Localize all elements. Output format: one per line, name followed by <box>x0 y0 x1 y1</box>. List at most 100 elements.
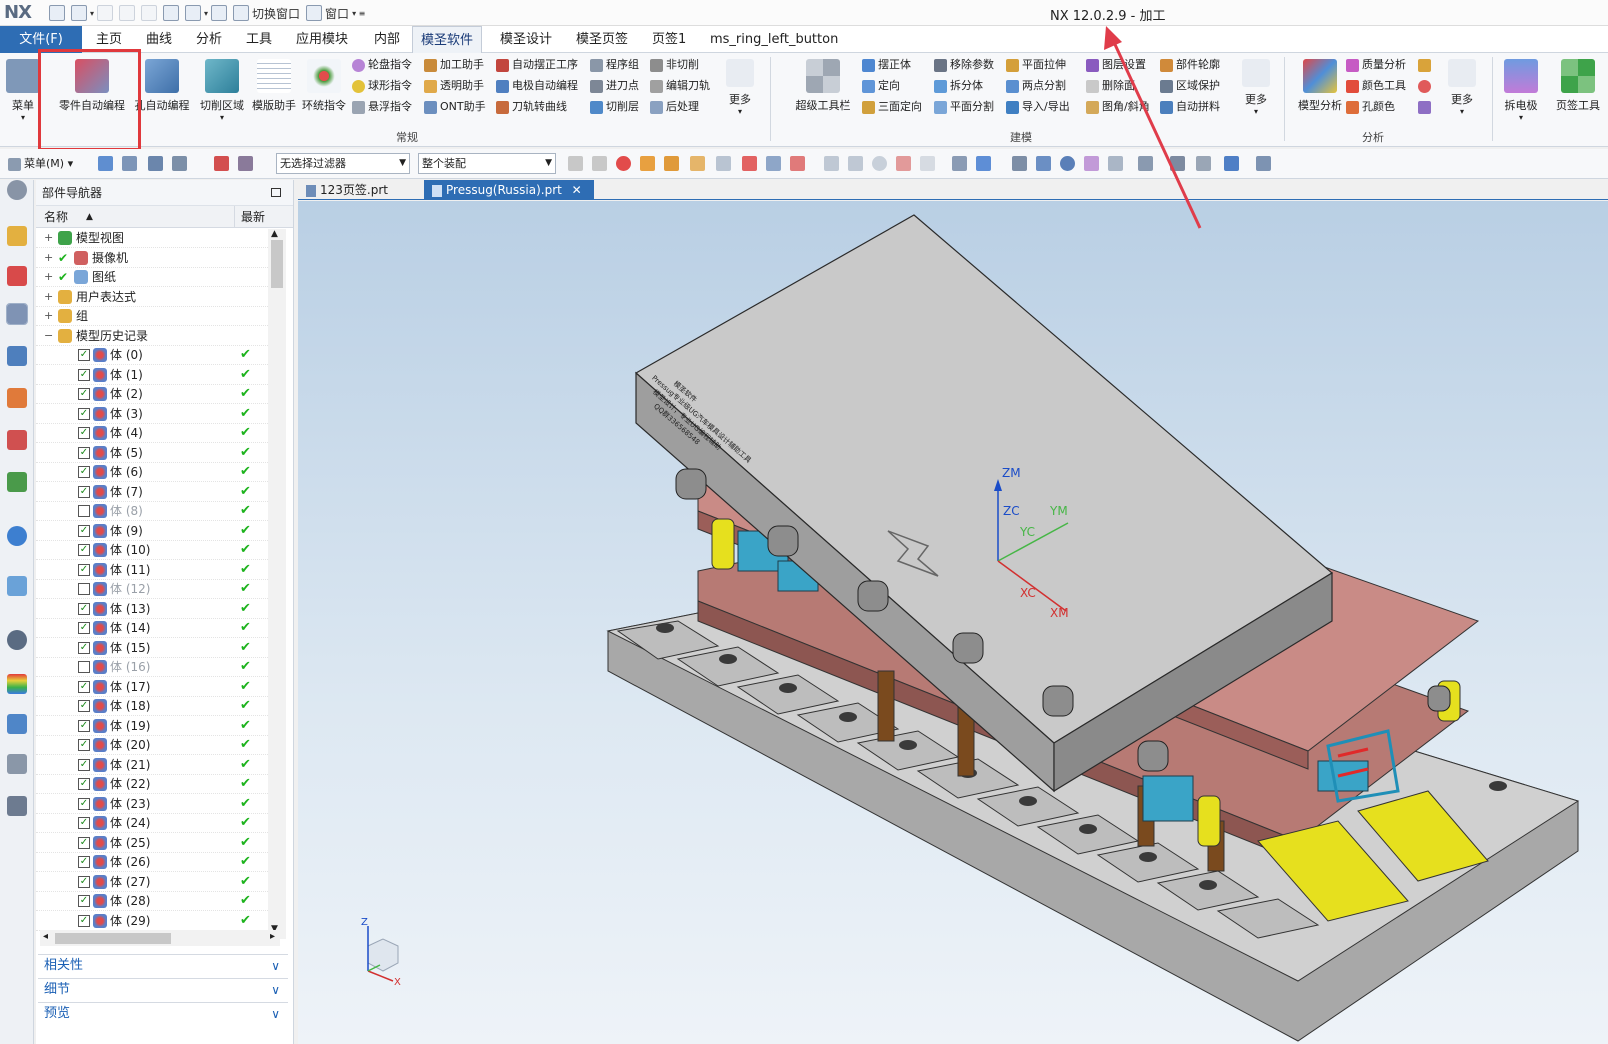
transparent-helper-button[interactable]: 透明助手 <box>424 76 484 96</box>
body-row[interactable]: ✓ 体 (14) ✔ <box>36 618 276 638</box>
scroll-up-icon[interactable]: ▲ <box>271 229 278 239</box>
orient-view-icon[interactable] <box>1224 156 1239 171</box>
body-row[interactable]: ✓ 体 (25) ✔ <box>36 833 276 853</box>
body-row[interactable]: ✓ 体 (5) ✔ <box>36 443 276 463</box>
window-menu-button[interactable]: 窗口 <box>325 5 349 22</box>
part-outline-button[interactable]: 部件轮廓 <box>1160 55 1220 75</box>
column-name[interactable]: 名称 <box>44 206 68 228</box>
visibility-checkbox[interactable]: ✓ <box>78 446 90 459</box>
tab-mosheng-design[interactable]: 模圣设计 <box>492 26 560 53</box>
cut-area-button[interactable]: 切削区域 ▾ <box>192 57 252 127</box>
toolpath-to-curve-button[interactable]: 刀轨转曲线 <box>496 97 567 117</box>
body-row[interactable]: ✓ 体 (19) ✔ <box>36 716 276 736</box>
body-row[interactable]: ✓ 体 (10) ✔ <box>36 540 276 560</box>
visibility-checkbox[interactable] <box>78 505 90 517</box>
body-row[interactable]: ✓ 体 (28) ✔ <box>36 891 276 911</box>
body-row[interactable]: ✓ 体 (20) ✔ <box>36 735 276 755</box>
visibility-checkbox[interactable]: ✓ <box>78 544 90 556</box>
align-body-button[interactable]: 摆正体 <box>862 55 911 75</box>
history-icon[interactable] <box>7 472 27 492</box>
point-icon[interactable] <box>766 156 781 171</box>
body-row[interactable]: 体 (16) ✔ <box>36 657 276 677</box>
maximize-icon[interactable] <box>271 188 281 197</box>
visibility-checkbox[interactable]: ✓ <box>78 641 90 654</box>
machine-tool-icon[interactable] <box>7 714 27 734</box>
ont-helper-button[interactable]: ONT助手 <box>424 97 486 117</box>
non-cutting-button[interactable]: 非切削 <box>650 55 699 75</box>
tab-curve[interactable]: 曲线 <box>138 26 180 53</box>
visibility-checkbox[interactable]: ✓ <box>78 856 90 868</box>
body-row[interactable]: ✓ 体 (22) ✔ <box>36 774 276 794</box>
ball-cmd-button[interactable]: 球形指令 <box>352 76 412 96</box>
web-browser-icon[interactable] <box>7 430 27 450</box>
entry-point-button[interactable]: 进刀点 <box>590 76 639 96</box>
pan-icon[interactable] <box>1084 156 1099 171</box>
clock-icon[interactable] <box>7 630 27 650</box>
model-analysis-button[interactable]: 模型分析 <box>1290 57 1350 127</box>
visibility-checkbox[interactable]: ✓ <box>78 524 90 537</box>
env-command-button[interactable]: 环统指令 <box>294 57 354 127</box>
doc-tab-pressug[interactable]: Pressug(Russia).prt ✕ <box>424 180 594 200</box>
copy-icon[interactable] <box>119 5 136 21</box>
visibility-checkbox[interactable]: ✓ <box>78 349 90 361</box>
view-icon[interactable] <box>952 156 967 171</box>
cut-icon[interactable] <box>97 5 114 21</box>
body-select-icon[interactable] <box>664 156 679 171</box>
tab-page1[interactable]: 页签1 <box>644 26 694 53</box>
select-feature-icon[interactable] <box>122 156 137 171</box>
select-body-icon[interactable] <box>148 156 163 171</box>
constraint-nav-icon[interactable] <box>7 266 27 286</box>
center-icon[interactable] <box>872 156 887 171</box>
body-row[interactable]: ✓ 体 (26) ✔ <box>36 852 276 872</box>
body-row[interactable]: ✓ 体 (29) ✔ <box>36 911 276 931</box>
wheel-cmd-button[interactable]: 轮盘指令 <box>352 55 412 75</box>
tab-tool-button[interactable]: 页签工具 <box>1550 57 1606 127</box>
body-row[interactable]: ✓ 体 (24) ✔ <box>36 813 276 833</box>
body-row[interactable]: ✓ 体 (1) ✔ <box>36 365 276 385</box>
body-row[interactable]: 体 (8) ✔ <box>36 501 276 521</box>
zoom-icon[interactable] <box>1036 156 1051 171</box>
edit-toolpath-button[interactable]: 编辑刀轨 <box>650 76 710 96</box>
auto-align-op-button[interactable]: 自动摆正工序 <box>496 55 578 75</box>
info-icon[interactable] <box>7 526 27 546</box>
menu-dropdown-button[interactable]: 菜单(M) ▾ <box>8 154 73 174</box>
float-cmd-button[interactable]: 悬浮指令 <box>352 97 412 117</box>
paste-icon[interactable] <box>141 5 158 21</box>
tree-item[interactable]: + 用户表达式 <box>36 287 276 307</box>
visibility-checkbox[interactable]: ✓ <box>78 466 90 478</box>
tab-ms-ring-left-button[interactable]: ms_ring_left_button <box>702 26 846 53</box>
solid-icon[interactable] <box>690 156 705 171</box>
preview-panel[interactable]: 预览 ∨ <box>38 1002 288 1024</box>
visibility-checkbox[interactable]: ✓ <box>78 700 90 712</box>
visibility-checkbox[interactable]: ✓ <box>78 797 90 810</box>
dependencies-panel[interactable]: 相关性 ∨ <box>38 954 288 976</box>
auto-nesting-button[interactable]: 自动拼料 <box>1160 97 1220 117</box>
shading-icon[interactable] <box>1170 156 1185 171</box>
snap-icon[interactable] <box>214 156 229 171</box>
expand-icon[interactable]: + <box>44 287 53 307</box>
body-row[interactable]: ✓ 体 (21) ✔ <box>36 755 276 775</box>
split-body-button[interactable]: 拆分体 <box>934 76 983 96</box>
save-icon[interactable] <box>49 5 65 21</box>
settings-icon[interactable] <box>7 180 27 200</box>
navigator-hscroll-thumb[interactable] <box>55 933 171 944</box>
box-icon[interactable] <box>716 156 731 171</box>
collapse-icon[interactable]: − <box>44 326 53 346</box>
hole-auto-program-button[interactable]: 孔自动编程 <box>132 57 192 127</box>
expand-icon[interactable]: + <box>44 267 53 287</box>
fit-icon[interactable] <box>1012 156 1027 171</box>
visibility-checkbox[interactable]: ✓ <box>78 758 90 771</box>
graphics-viewport[interactable]: 模圣软件 Pressug专业级UG汽车模具设计辅助工具 模圣设计，专业UG编程辅… <box>298 201 1608 1044</box>
curve-icon[interactable] <box>742 156 757 171</box>
visibility-checkbox[interactable]: ✓ <box>78 719 90 732</box>
select-face-icon[interactable] <box>98 156 113 171</box>
tree-item[interactable]: − 模型历史记录 <box>36 326 276 346</box>
three-face-orient-button[interactable]: 三面定向 <box>862 97 922 117</box>
plane-extrude-button[interactable]: 平面拉伸 <box>1006 55 1066 75</box>
visibility-checkbox[interactable]: ✓ <box>78 368 90 381</box>
assembly-nav-icon[interactable] <box>7 226 27 246</box>
roles-icon[interactable] <box>7 796 27 816</box>
expand-icon[interactable]: + <box>44 306 53 326</box>
close-icon[interactable]: ✕ <box>572 183 582 197</box>
system-material-icon[interactable] <box>7 576 27 596</box>
